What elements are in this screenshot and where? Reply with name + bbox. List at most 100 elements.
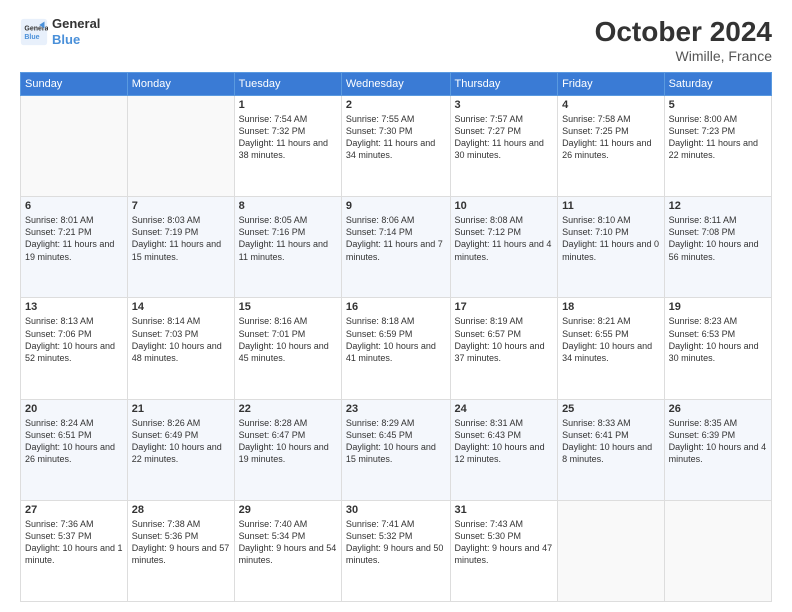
table-row: 1Sunrise: 7:54 AM Sunset: 7:32 PM Daylig… — [234, 96, 341, 197]
day-info: Sunrise: 7:58 AM Sunset: 7:25 PM Dayligh… — [562, 113, 660, 162]
table-row: 5 Sunrise: 8:00 AM Sunset: 7:23 PM Daylig… — [664, 96, 771, 197]
table-row: 30Sunrise: 7:41 AM Sunset: 5:32 PM Dayli… — [341, 500, 450, 601]
header-thursday: Thursday — [450, 73, 558, 96]
day-info: Sunrise: 8:08 AM Sunset: 7:12 PM Dayligh… — [455, 214, 554, 263]
page: General Blue General Blue October 2024 W… — [0, 0, 792, 612]
svg-text:Blue: Blue — [24, 34, 39, 41]
day-info: Sunrise: 7:43 AM Sunset: 5:30 PM Dayligh… — [455, 518, 554, 567]
day-info: Sunrise: 8:33 AM Sunset: 6:41 PM Dayligh… — [562, 417, 660, 466]
table-row: 15Sunrise: 8:16 AM Sunset: 7:01 PM Dayli… — [234, 298, 341, 399]
calendar-week-row: 13Sunrise: 8:13 AM Sunset: 7:06 PM Dayli… — [21, 298, 772, 399]
calendar-week-row: 6 Sunrise: 8:01 AM Sunset: 7:21 PM Daylig… — [21, 197, 772, 298]
day-info: Sunrise: 8:28 AM Sunset: 6:47 PM Dayligh… — [239, 417, 337, 466]
day-info: Sunrise: 8:11 AM Sunset: 7:08 PM Dayligh… — [669, 214, 767, 263]
table-row — [664, 500, 771, 601]
day-number: 22 — [239, 403, 337, 415]
day-number: 6 — [25, 200, 123, 212]
day-number: 31 — [455, 504, 554, 516]
day-info: Sunrise: 8:03 AM Sunset: 7:19 PM Dayligh… — [132, 214, 230, 263]
day-number: 2 — [346, 99, 446, 111]
table-row: 8 Sunrise: 8:05 AM Sunset: 7:16 PM Daylig… — [234, 197, 341, 298]
table-row: 9Sunrise: 8:06 AM Sunset: 7:14 PM Daylig… — [341, 197, 450, 298]
logo-line2: Blue — [52, 32, 100, 48]
table-row — [558, 500, 665, 601]
day-info: Sunrise: 8:18 AM Sunset: 6:59 PM Dayligh… — [346, 315, 446, 364]
day-info: Sunrise: 8:10 AM Sunset: 7:10 PM Dayligh… — [562, 214, 660, 263]
logo-line1: General — [52, 16, 100, 32]
table-row: 17 Sunrise: 8:19 AM Sunset: 6:57 PM Dayli… — [450, 298, 558, 399]
day-number: 3 — [455, 99, 554, 111]
table-row: 6 Sunrise: 8:01 AM Sunset: 7:21 PM Daylig… — [21, 197, 128, 298]
calendar-week-row: 1Sunrise: 7:54 AM Sunset: 7:32 PM Daylig… — [21, 96, 772, 197]
table-row — [21, 96, 128, 197]
day-info: Sunrise: 8:21 AM Sunset: 6:55 PM Dayligh… — [562, 315, 660, 364]
day-number: 19 — [669, 301, 767, 313]
day-number: 5 — [669, 99, 767, 111]
day-number: 21 — [132, 403, 230, 415]
table-row: 13Sunrise: 8:13 AM Sunset: 7:06 PM Dayli… — [21, 298, 128, 399]
table-row: 28 Sunrise: 7:38 AM Sunset: 5:36 PM Dayli… — [127, 500, 234, 601]
day-number: 18 — [562, 301, 660, 313]
day-info: Sunrise: 8:35 AM Sunset: 6:39 PM Dayligh… — [669, 417, 767, 466]
day-info: Sunrise: 8:23 AM Sunset: 6:53 PM Dayligh… — [669, 315, 767, 364]
table-row: 16 Sunrise: 8:18 AM Sunset: 6:59 PM Dayli… — [341, 298, 450, 399]
month-title: October 2024 — [595, 16, 772, 48]
table-row: 12Sunrise: 8:11 AM Sunset: 7:08 PM Dayli… — [664, 197, 771, 298]
day-number: 7 — [132, 200, 230, 212]
table-row: 22 Sunrise: 8:28 AM Sunset: 6:47 PM Dayli… — [234, 399, 341, 500]
day-number: 16 — [346, 301, 446, 313]
table-row: 24 Sunrise: 8:31 AM Sunset: 6:43 PM Dayli… — [450, 399, 558, 500]
day-info: Sunrise: 8:06 AM Sunset: 7:14 PM Dayligh… — [346, 214, 446, 263]
day-info: Sunrise: 8:01 AM Sunset: 7:21 PM Dayligh… — [25, 214, 123, 263]
calendar: Sunday Monday Tuesday Wednesday Thursday… — [20, 72, 772, 602]
day-number: 13 — [25, 301, 123, 313]
day-info: Sunrise: 8:05 AM Sunset: 7:16 PM Dayligh… — [239, 214, 337, 263]
day-info: Sunrise: 7:41 AM Sunset: 5:32 PM Dayligh… — [346, 518, 446, 567]
header-monday: Monday — [127, 73, 234, 96]
day-info: Sunrise: 7:55 AM Sunset: 7:30 PM Dayligh… — [346, 113, 446, 162]
day-number: 15 — [239, 301, 337, 313]
day-number: 20 — [25, 403, 123, 415]
day-info: Sunrise: 8:24 AM Sunset: 6:51 PM Dayligh… — [25, 417, 123, 466]
day-info: Sunrise: 8:31 AM Sunset: 6:43 PM Dayligh… — [455, 417, 554, 466]
table-row: 23Sunrise: 8:29 AM Sunset: 6:45 PM Dayli… — [341, 399, 450, 500]
day-info: Sunrise: 8:14 AM Sunset: 7:03 PM Dayligh… — [132, 315, 230, 364]
day-number: 4 — [562, 99, 660, 111]
day-number: 8 — [239, 200, 337, 212]
header-friday: Friday — [558, 73, 665, 96]
table-row: 31 Sunrise: 7:43 AM Sunset: 5:30 PM Dayli… — [450, 500, 558, 601]
day-number: 28 — [132, 504, 230, 516]
day-number: 11 — [562, 200, 660, 212]
day-info: Sunrise: 8:26 AM Sunset: 6:49 PM Dayligh… — [132, 417, 230, 466]
title-block: October 2024 Wimille, France — [595, 16, 772, 64]
table-row: 3Sunrise: 7:57 AM Sunset: 7:27 PM Daylig… — [450, 96, 558, 197]
day-number: 23 — [346, 403, 446, 415]
day-info: Sunrise: 8:00 AM Sunset: 7:23 PM Dayligh… — [669, 113, 767, 162]
day-info: Sunrise: 8:19 AM Sunset: 6:57 PM Dayligh… — [455, 315, 554, 364]
day-number: 17 — [455, 301, 554, 313]
table-row: 26Sunrise: 8:35 AM Sunset: 6:39 PM Dayli… — [664, 399, 771, 500]
table-row: 21 Sunrise: 8:26 AM Sunset: 6:49 PM Dayli… — [127, 399, 234, 500]
day-info: Sunrise: 7:40 AM Sunset: 5:34 PM Dayligh… — [239, 518, 337, 567]
weekday-header-row: Sunday Monday Tuesday Wednesday Thursday… — [21, 73, 772, 96]
table-row: 2 Sunrise: 7:55 AM Sunset: 7:30 PM Daylig… — [341, 96, 450, 197]
day-number: 10 — [455, 200, 554, 212]
day-info: Sunrise: 7:38 AM Sunset: 5:36 PM Dayligh… — [132, 518, 230, 567]
table-row: 19 Sunrise: 8:23 AM Sunset: 6:53 PM Dayli… — [664, 298, 771, 399]
day-number: 29 — [239, 504, 337, 516]
header-saturday: Saturday — [664, 73, 771, 96]
header-wednesday: Wednesday — [341, 73, 450, 96]
day-number: 27 — [25, 504, 123, 516]
table-row: 7 Sunrise: 8:03 AM Sunset: 7:19 PM Daylig… — [127, 197, 234, 298]
day-number: 1 — [239, 99, 337, 111]
header-sunday: Sunday — [21, 73, 128, 96]
day-number: 24 — [455, 403, 554, 415]
header: General Blue General Blue October 2024 W… — [20, 16, 772, 64]
location: Wimille, France — [595, 48, 772, 64]
header-tuesday: Tuesday — [234, 73, 341, 96]
day-info: Sunrise: 7:36 AM Sunset: 5:37 PM Dayligh… — [25, 518, 123, 567]
table-row — [127, 96, 234, 197]
table-row: 18 Sunrise: 8:21 AM Sunset: 6:55 PM Dayli… — [558, 298, 665, 399]
table-row: 14Sunrise: 8:14 AM Sunset: 7:03 PM Dayli… — [127, 298, 234, 399]
calendar-week-row: 27 Sunrise: 7:36 AM Sunset: 5:37 PM Dayli… — [21, 500, 772, 601]
